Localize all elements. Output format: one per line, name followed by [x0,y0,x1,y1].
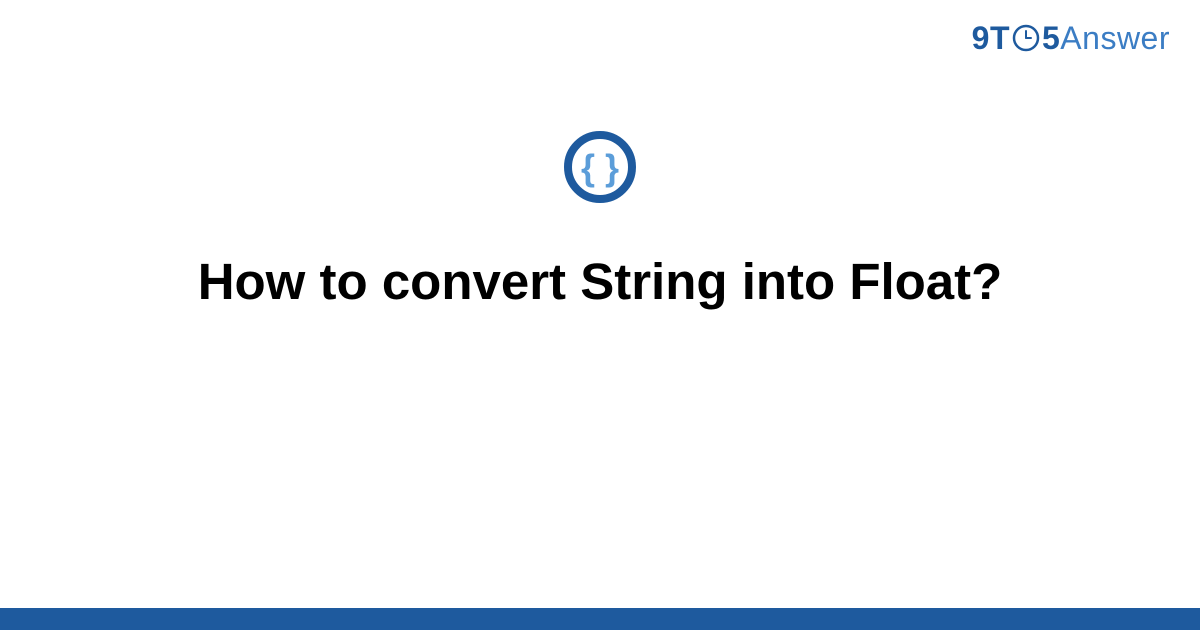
logo-text-answer: Answer [1060,20,1170,57]
logo-text-5: 5 [1042,20,1060,57]
site-logo: 9T 5 Answer [972,20,1170,57]
footer-bar [0,608,1200,630]
logo-text-9t: 9T [972,20,1010,57]
code-braces-icon: { } [563,130,637,204]
page-title: How to convert String into Float? [0,252,1200,311]
clock-icon [1011,23,1041,53]
svg-text:{ }: { } [581,147,619,188]
